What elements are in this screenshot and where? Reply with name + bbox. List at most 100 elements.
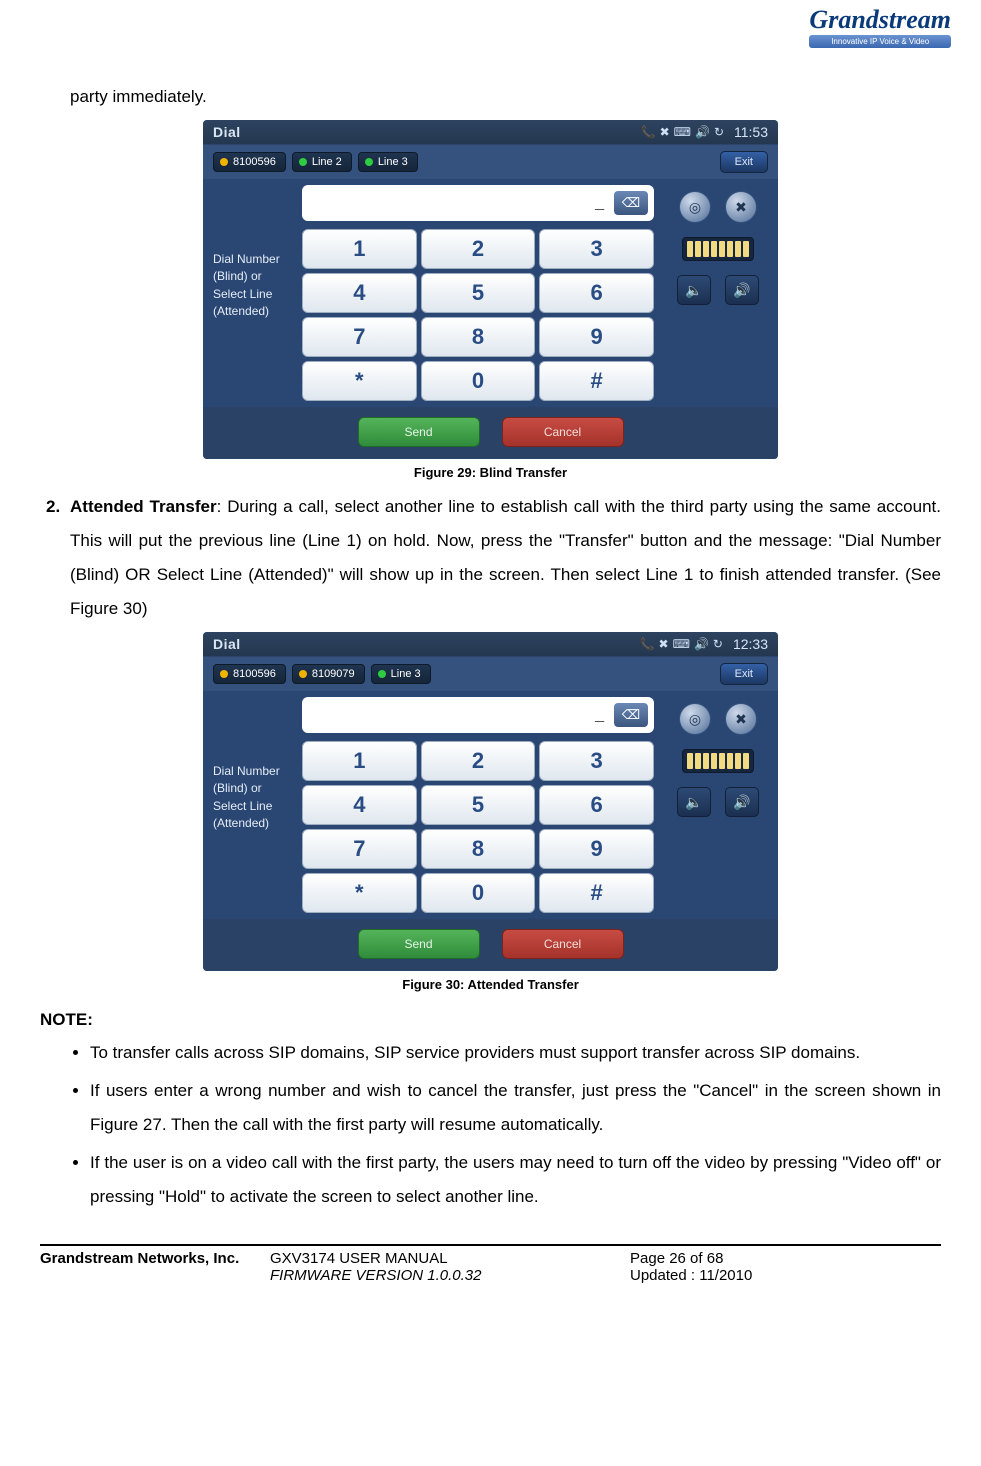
key-star[interactable]: * bbox=[302, 873, 417, 913]
list-item-2: 2.Attended Transfer: During a call, sele… bbox=[70, 490, 941, 626]
line-tab-2[interactable]: Line 2 bbox=[292, 152, 352, 172]
backspace-button[interactable]: ⌫ bbox=[614, 191, 648, 215]
status-dot-icon bbox=[299, 670, 307, 678]
footer-company: Grandstream Networks, Inc. bbox=[40, 1250, 270, 1267]
line-tab-3[interactable]: Line 3 bbox=[371, 664, 431, 684]
volume-icon: 🔊 bbox=[694, 637, 709, 651]
brand-name: Grandstream bbox=[809, 5, 951, 35]
key-4[interactable]: 4 bbox=[302, 273, 417, 313]
backspace-button[interactable]: ⌫ bbox=[614, 703, 648, 727]
camera-off-button[interactable]: ✖ bbox=[725, 191, 757, 223]
key-star[interactable]: * bbox=[302, 361, 417, 401]
send-button[interactable]: Send bbox=[358, 417, 480, 447]
key-2[interactable]: 2 bbox=[421, 229, 536, 269]
volume-down-button[interactable]: 🔈 bbox=[677, 275, 711, 305]
volume-icon: 🔊 bbox=[695, 125, 710, 139]
status-dot-icon bbox=[220, 158, 228, 166]
key-0[interactable]: 0 bbox=[421, 873, 536, 913]
window-titlebar: Dial 📞 ✖ ⌨ 🔊 ↻ 12:33 bbox=[203, 632, 778, 657]
item-marker: 2. bbox=[46, 490, 70, 524]
status-dot-icon bbox=[299, 158, 307, 166]
exit-button[interactable]: Exit bbox=[720, 663, 768, 685]
key-5[interactable]: 5 bbox=[421, 273, 536, 313]
key-7[interactable]: 7 bbox=[302, 829, 417, 869]
line-tab-1[interactable]: 8100596 bbox=[213, 152, 286, 172]
clock: 12:33 bbox=[733, 636, 768, 652]
keypad: 1 2 3 4 5 6 7 8 9 * 0 # bbox=[302, 229, 654, 401]
line-tab-2[interactable]: 8109079 bbox=[292, 664, 365, 684]
note-item: If the user is on a video call with the … bbox=[90, 1146, 941, 1214]
camera-toggle-button[interactable]: ◎ bbox=[679, 703, 711, 735]
key-5[interactable]: 5 bbox=[421, 785, 536, 825]
key-1[interactable]: 1 bbox=[302, 229, 417, 269]
key-3[interactable]: 3 bbox=[539, 229, 654, 269]
refresh-icon: ↻ bbox=[714, 125, 724, 139]
number-field[interactable]: _ bbox=[308, 194, 608, 212]
line-tab-label: Line 3 bbox=[391, 668, 421, 680]
note-item: If users enter a wrong number and wish t… bbox=[90, 1074, 941, 1142]
key-hash[interactable]: # bbox=[539, 873, 654, 913]
status-dot-icon bbox=[378, 670, 386, 678]
line-tab-3[interactable]: Line 3 bbox=[358, 152, 418, 172]
clock: 11:53 bbox=[734, 124, 768, 140]
key-1[interactable]: 1 bbox=[302, 741, 417, 781]
brand-tagline: Innovative IP Voice & Video bbox=[809, 35, 951, 48]
key-hash[interactable]: # bbox=[539, 361, 654, 401]
help-text: Dial Number (Blind) or Select Line (Atte… bbox=[203, 185, 302, 401]
footer-updated: Updated : 11/2010 bbox=[630, 1267, 941, 1284]
key-8[interactable]: 8 bbox=[421, 317, 536, 357]
line-tab-label: Line 3 bbox=[378, 156, 408, 168]
volume-down-button[interactable]: 🔈 bbox=[677, 787, 711, 817]
camera-off-button[interactable]: ✖ bbox=[725, 703, 757, 735]
key-4[interactable]: 4 bbox=[302, 785, 417, 825]
footer-page: Page 26 of 68 bbox=[630, 1250, 941, 1267]
key-6[interactable]: 6 bbox=[539, 785, 654, 825]
lead-text: party immediately. bbox=[70, 80, 941, 114]
refresh-icon: ↻ bbox=[713, 637, 723, 651]
status-dot-icon bbox=[365, 158, 373, 166]
key-3[interactable]: 3 bbox=[539, 741, 654, 781]
key-7[interactable]: 7 bbox=[302, 317, 417, 357]
keyboard-icon: ⌨ bbox=[673, 637, 690, 651]
line-tab-label: Line 2 bbox=[312, 156, 342, 168]
volume-up-button[interactable]: 🔊 bbox=[725, 275, 759, 305]
figure-29-screenshot: Dial 📞 ✖ ⌨ 🔊 ↻ 11:53 8100596 Line 2 Line… bbox=[203, 120, 778, 459]
volume-meter bbox=[682, 749, 754, 773]
send-button[interactable]: Send bbox=[358, 929, 480, 959]
mute-icon: ✖ bbox=[660, 125, 670, 139]
key-0[interactable]: 0 bbox=[421, 361, 536, 401]
help-text: Dial Number (Blind) or Select Line (Atte… bbox=[203, 697, 302, 913]
handset-icon: 📞 bbox=[640, 637, 655, 651]
figure-30-caption: Figure 30: Attended Transfer bbox=[40, 977, 941, 992]
note-list: To transfer calls across SIP domains, SI… bbox=[40, 1036, 941, 1214]
volume-meter bbox=[682, 237, 754, 261]
number-display: _ ⌫ bbox=[302, 185, 654, 221]
key-9[interactable]: 9 bbox=[539, 317, 654, 357]
keyboard-icon: ⌨ bbox=[674, 125, 691, 139]
note-heading: NOTE: bbox=[40, 1010, 941, 1030]
key-2[interactable]: 2 bbox=[421, 741, 536, 781]
note-item: To transfer calls across SIP domains, SI… bbox=[90, 1036, 941, 1070]
volume-up-button[interactable]: 🔊 bbox=[725, 787, 759, 817]
camera-toggle-button[interactable]: ◎ bbox=[679, 191, 711, 223]
line-toolbar: 8100596 8109079 Line 3 Exit bbox=[203, 657, 778, 691]
key-9[interactable]: 9 bbox=[539, 829, 654, 869]
exit-button[interactable]: Exit bbox=[720, 151, 768, 173]
cancel-button[interactable]: Cancel bbox=[502, 417, 624, 447]
dial-title: Dial bbox=[213, 124, 637, 140]
line-toolbar: 8100596 Line 2 Line 3 Exit bbox=[203, 145, 778, 179]
key-6[interactable]: 6 bbox=[539, 273, 654, 313]
line-tab-label: 8100596 bbox=[233, 668, 276, 680]
mute-icon: ✖ bbox=[659, 637, 669, 651]
cancel-button[interactable]: Cancel bbox=[502, 929, 624, 959]
status-dot-icon bbox=[220, 670, 228, 678]
keypad: 1 2 3 4 5 6 7 8 9 * 0 # bbox=[302, 741, 654, 913]
page-footer-row2: FIRMWARE VERSION 1.0.0.32 Updated : 11/2… bbox=[40, 1267, 941, 1284]
number-display: _ ⌫ bbox=[302, 697, 654, 733]
line-tab-1[interactable]: 8100596 bbox=[213, 664, 286, 684]
key-8[interactable]: 8 bbox=[421, 829, 536, 869]
figure-30-screenshot: Dial 📞 ✖ ⌨ 🔊 ↻ 12:33 8100596 8109079 Lin… bbox=[203, 632, 778, 971]
footer-firmware: FIRMWARE VERSION 1.0.0.32 bbox=[270, 1267, 630, 1284]
number-field[interactable]: _ bbox=[308, 706, 608, 724]
handset-icon: 📞 bbox=[641, 125, 656, 139]
